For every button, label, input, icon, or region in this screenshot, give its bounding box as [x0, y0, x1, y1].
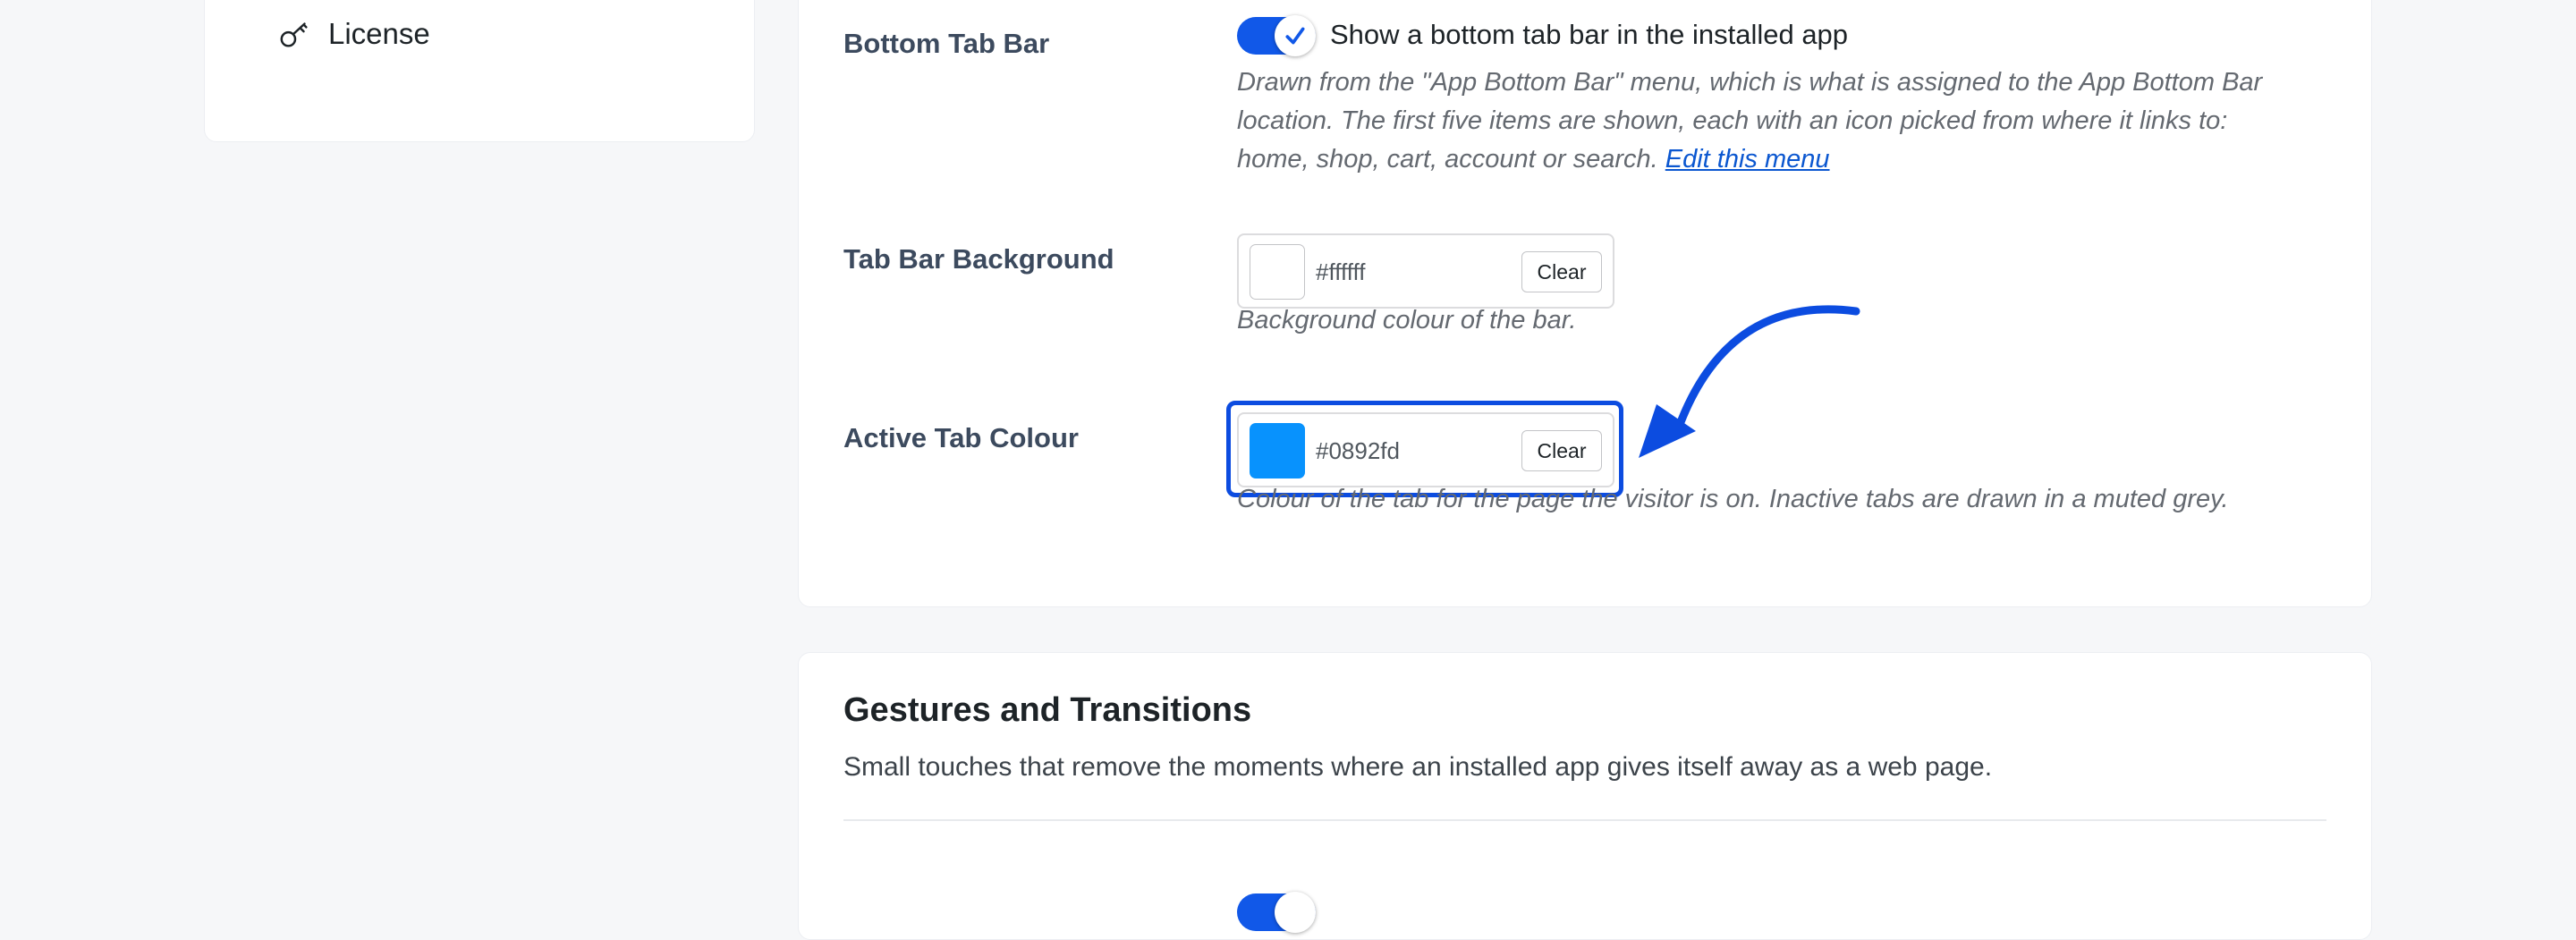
- tab-bar-background-color-field: #ffffff Clear: [1237, 233, 1614, 309]
- active-tab-colour-label: Active Tab Colour: [843, 422, 1079, 453]
- color-hex-value[interactable]: #ffffff: [1316, 258, 1365, 286]
- sidebar-item-label: License: [328, 17, 430, 50]
- gesture-toggle[interactable]: [1237, 892, 1316, 933]
- description-line: location. The first five items are shown…: [1237, 106, 2228, 135]
- bottom-tab-bar-label: Bottom Tab Bar: [843, 28, 1050, 59]
- toggle-knob: [1275, 15, 1316, 56]
- tab-bar-background-description: Background colour of the bar.: [1237, 306, 1577, 335]
- toggle-knob: [1275, 892, 1316, 933]
- annotation-arrow-icon: [1639, 305, 1860, 458]
- clear-button[interactable]: Clear: [1521, 251, 1602, 292]
- settings-panel: Bottom Tab Bar Show a bottom tab bar in …: [798, 0, 2372, 607]
- active-tab-colour-description: Colour of the tab for the page the visit…: [1237, 485, 2229, 513]
- sidebar-item-license[interactable]: License: [278, 17, 430, 51]
- color-swatch[interactable]: [1250, 244, 1305, 300]
- section-title: Gestures and Transitions: [843, 691, 1252, 729]
- section-description: Small touches that remove the moments wh…: [843, 752, 1993, 782]
- divider: [843, 819, 2326, 821]
- tab-bar-background-label: Tab Bar Background: [843, 243, 1114, 275]
- bottom-tab-bar-description: Drawn from the "App Bottom Bar" menu, wh…: [1237, 64, 2262, 179]
- sidebar-panel: License: [204, 0, 755, 142]
- key-icon: [280, 22, 308, 47]
- description-line: home, shop, cart, account or search. Edi…: [1237, 140, 2262, 179]
- edit-menu-link[interactable]: Edit this menu: [1665, 145, 1830, 174]
- gestures-panel: Gestures and Transitions Small touches t…: [798, 652, 2372, 940]
- bottom-tab-bar-toggle-label: Show a bottom tab bar in the installed a…: [1330, 19, 1849, 50]
- bottom-tab-bar-toggle[interactable]: [1237, 15, 1316, 56]
- description-text: home, shop, cart, account or search.: [1237, 145, 1658, 174]
- checkmark-icon: [1285, 27, 1305, 45]
- description-line: Drawn from the "App Bottom Bar" menu, wh…: [1237, 68, 2263, 97]
